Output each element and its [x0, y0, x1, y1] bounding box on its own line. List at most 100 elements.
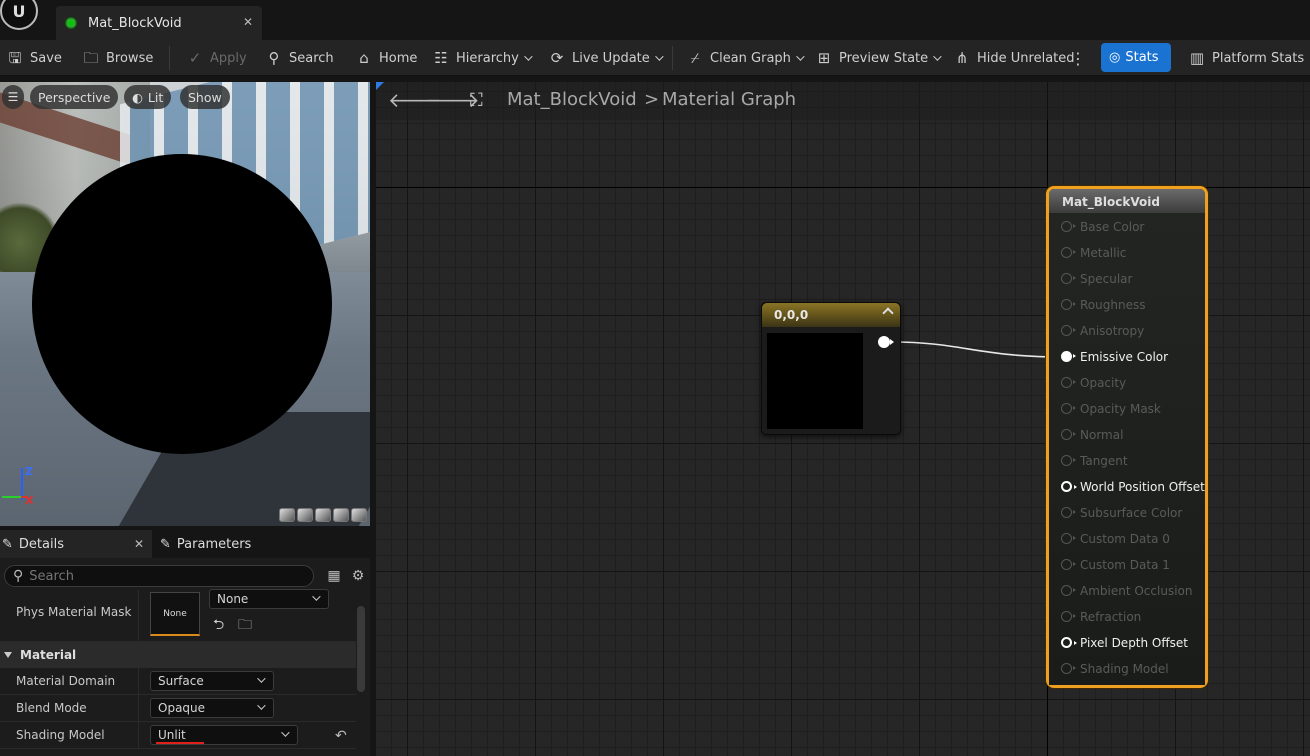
input-pin-icon[interactable]	[1061, 533, 1076, 544]
details-search-box[interactable]: ⚲	[4, 565, 314, 587]
input-pin-icon[interactable]	[1061, 663, 1076, 674]
input-pin-label: Metallic	[1080, 246, 1127, 260]
stats-button[interactable]: ◎ Stats	[1101, 43, 1171, 72]
platform-stats-button[interactable]: ▥ Platform Stats	[1188, 40, 1304, 76]
material-input-pin-row[interactable]: Anisotropy	[1049, 321, 1205, 343]
asset-tab[interactable]: Mat_BlockVoid ✕	[56, 6, 262, 40]
material-input-pin-row[interactable]: Emissive Color	[1049, 347, 1205, 369]
show-button[interactable]: Show	[180, 85, 230, 109]
row-divider	[138, 668, 139, 694]
pencil-icon: ✎	[160, 536, 171, 552]
perspective-button[interactable]: Perspective	[30, 85, 119, 109]
constant-color-preview	[767, 333, 863, 429]
hide-unrelated-button[interactable]: ⋔ Hide Unrelated	[953, 40, 1075, 76]
input-pin-icon[interactable]	[1061, 221, 1076, 232]
material-input-pin-row[interactable]: World Position Offset	[1049, 477, 1205, 499]
details-search-input[interactable]	[29, 568, 290, 584]
preview-state-dropdown[interactable]: ⊞ Preview State	[815, 40, 942, 76]
teapot-preview-icon[interactable]	[351, 508, 367, 522]
plane-preview-icon[interactable]	[315, 508, 331, 522]
cube-preview-icon[interactable]	[333, 508, 349, 522]
cylinder-preview-icon[interactable]	[279, 508, 295, 522]
input-pin-label: Ambient Occlusion	[1080, 584, 1193, 598]
save-button[interactable]: 🖫 Save	[6, 40, 62, 76]
chevron-down-icon	[524, 52, 533, 61]
use-selected-asset-icon[interactable]: ⮌	[213, 614, 224, 638]
table-view-icon[interactable]: ▦	[326, 568, 342, 584]
toolbar-separator	[672, 46, 673, 70]
unreal-logo-icon[interactable]: U	[0, 0, 38, 30]
material-input-pin-row[interactable]: Specular	[1049, 269, 1205, 291]
search-button[interactable]: ⚲ Search	[265, 40, 334, 76]
material-input-pin-row[interactable]: Custom Data 0	[1049, 529, 1205, 551]
collapse-arrow-icon[interactable]	[882, 307, 894, 319]
browse-asset-icon[interactable]: 🗀	[238, 614, 252, 638]
material-input-pin-row[interactable]: Pixel Depth Offset	[1049, 633, 1205, 655]
constant3vector-node[interactable]: 0,0,0	[761, 302, 901, 435]
apply-label: Apply	[210, 50, 247, 66]
constant-node-header: 0,0,0	[762, 303, 900, 327]
breadcrumb-graph[interactable]: Material Graph	[662, 89, 796, 110]
home-button[interactable]: ⌂ Home	[355, 40, 417, 76]
input-pin-icon[interactable]	[1061, 455, 1076, 466]
material-input-pin-row[interactable]: Roughness	[1049, 295, 1205, 317]
material-input-pin-row[interactable]: Refraction	[1049, 607, 1205, 629]
material-result-node[interactable]: Mat_BlockVoid Base Color Metallic Specular…	[1046, 186, 1208, 688]
input-pin-icon[interactable]	[1061, 429, 1076, 440]
input-pin-icon[interactable]	[1061, 403, 1076, 414]
material-domain-combo[interactable]: Surface	[150, 671, 274, 691]
clean-graph-dropdown[interactable]: ⌿ Clean Graph	[686, 40, 805, 76]
apply-button[interactable]: ✓ Apply	[186, 40, 247, 76]
material-input-pin-row[interactable]: Normal	[1049, 425, 1205, 447]
input-pin-icon[interactable]	[1061, 507, 1076, 518]
input-pin-label: Roughness	[1080, 298, 1146, 312]
platform-stats-label: Platform Stats	[1212, 50, 1305, 66]
viewport-menu-icon[interactable]: ☰	[2, 85, 24, 109]
input-pin-icon[interactable]	[1061, 611, 1076, 622]
phys-material-mask-thumbnail[interactable]: None	[150, 592, 200, 636]
hierarchy-dropdown[interactable]: ☷ Hierarchy	[432, 40, 533, 76]
live-update-dropdown[interactable]: ⟳ Live Update	[548, 40, 664, 76]
phys-material-mask-combo[interactable]: None	[209, 589, 329, 609]
settings-gear-icon[interactable]: ⚙	[350, 568, 366, 584]
input-pin-icon[interactable]	[1061, 299, 1076, 310]
material-input-pin-row[interactable]: Tangent	[1049, 451, 1205, 473]
tab-details[interactable]: ✎ Details ✕	[0, 530, 152, 558]
output-pin[interactable]	[878, 336, 894, 348]
reset-to-default-icon[interactable]: ↶	[335, 728, 347, 744]
details-scrollbar[interactable]	[357, 606, 365, 692]
lit-button[interactable]: ◐ Lit	[124, 85, 172, 109]
material-input-pin-row[interactable]: Metallic	[1049, 243, 1205, 265]
material-input-pin-row[interactable]: Custom Data 1	[1049, 555, 1205, 577]
close-tab-icon[interactable]: ✕	[243, 15, 253, 29]
input-pin-icon[interactable]	[1061, 585, 1076, 596]
input-pin-icon[interactable]	[1061, 377, 1076, 388]
input-pin-icon[interactable]	[1061, 637, 1077, 648]
home-icon: ⌂	[359, 49, 369, 67]
input-pin-icon[interactable]	[1061, 325, 1076, 336]
preview-viewport[interactable]	[0, 82, 370, 526]
material-input-pin-row[interactable]: Opacity	[1049, 373, 1205, 395]
material-input-pin-row[interactable]: Opacity Mask	[1049, 399, 1205, 421]
blend-mode-combo[interactable]: Opaque	[150, 698, 274, 718]
input-pin-icon[interactable]	[1061, 351, 1076, 362]
material-input-pin-row[interactable]: Shading Model	[1049, 659, 1205, 681]
material-input-pin-row[interactable]: Subsurface Color	[1049, 503, 1205, 525]
input-pin-icon[interactable]	[1061, 559, 1076, 570]
input-pin-icon[interactable]	[1061, 481, 1077, 492]
input-pin-label: Normal	[1080, 428, 1124, 442]
input-pin-icon[interactable]	[1061, 247, 1076, 258]
material-section-header[interactable]: Material	[0, 642, 356, 668]
preview-state-label: Preview State	[839, 50, 929, 66]
material-input-pin-row[interactable]: Ambient Occlusion	[1049, 581, 1205, 603]
preview-sphere	[32, 154, 332, 454]
close-details-icon[interactable]: ✕	[134, 537, 144, 551]
input-pin-icon[interactable]	[1061, 273, 1076, 284]
more-options-icon[interactable]: ⋮	[1070, 40, 1086, 76]
tab-parameters[interactable]: ✎ Parameters	[160, 530, 280, 558]
material-domain-label: Material Domain	[16, 674, 116, 688]
breadcrumb-asset[interactable]: Mat_BlockVoid	[507, 89, 637, 110]
material-input-pin-row[interactable]: Base Color	[1049, 217, 1205, 239]
browse-button[interactable]: 🗀 Browse	[82, 40, 153, 76]
sphere-preview-icon[interactable]	[297, 508, 313, 522]
